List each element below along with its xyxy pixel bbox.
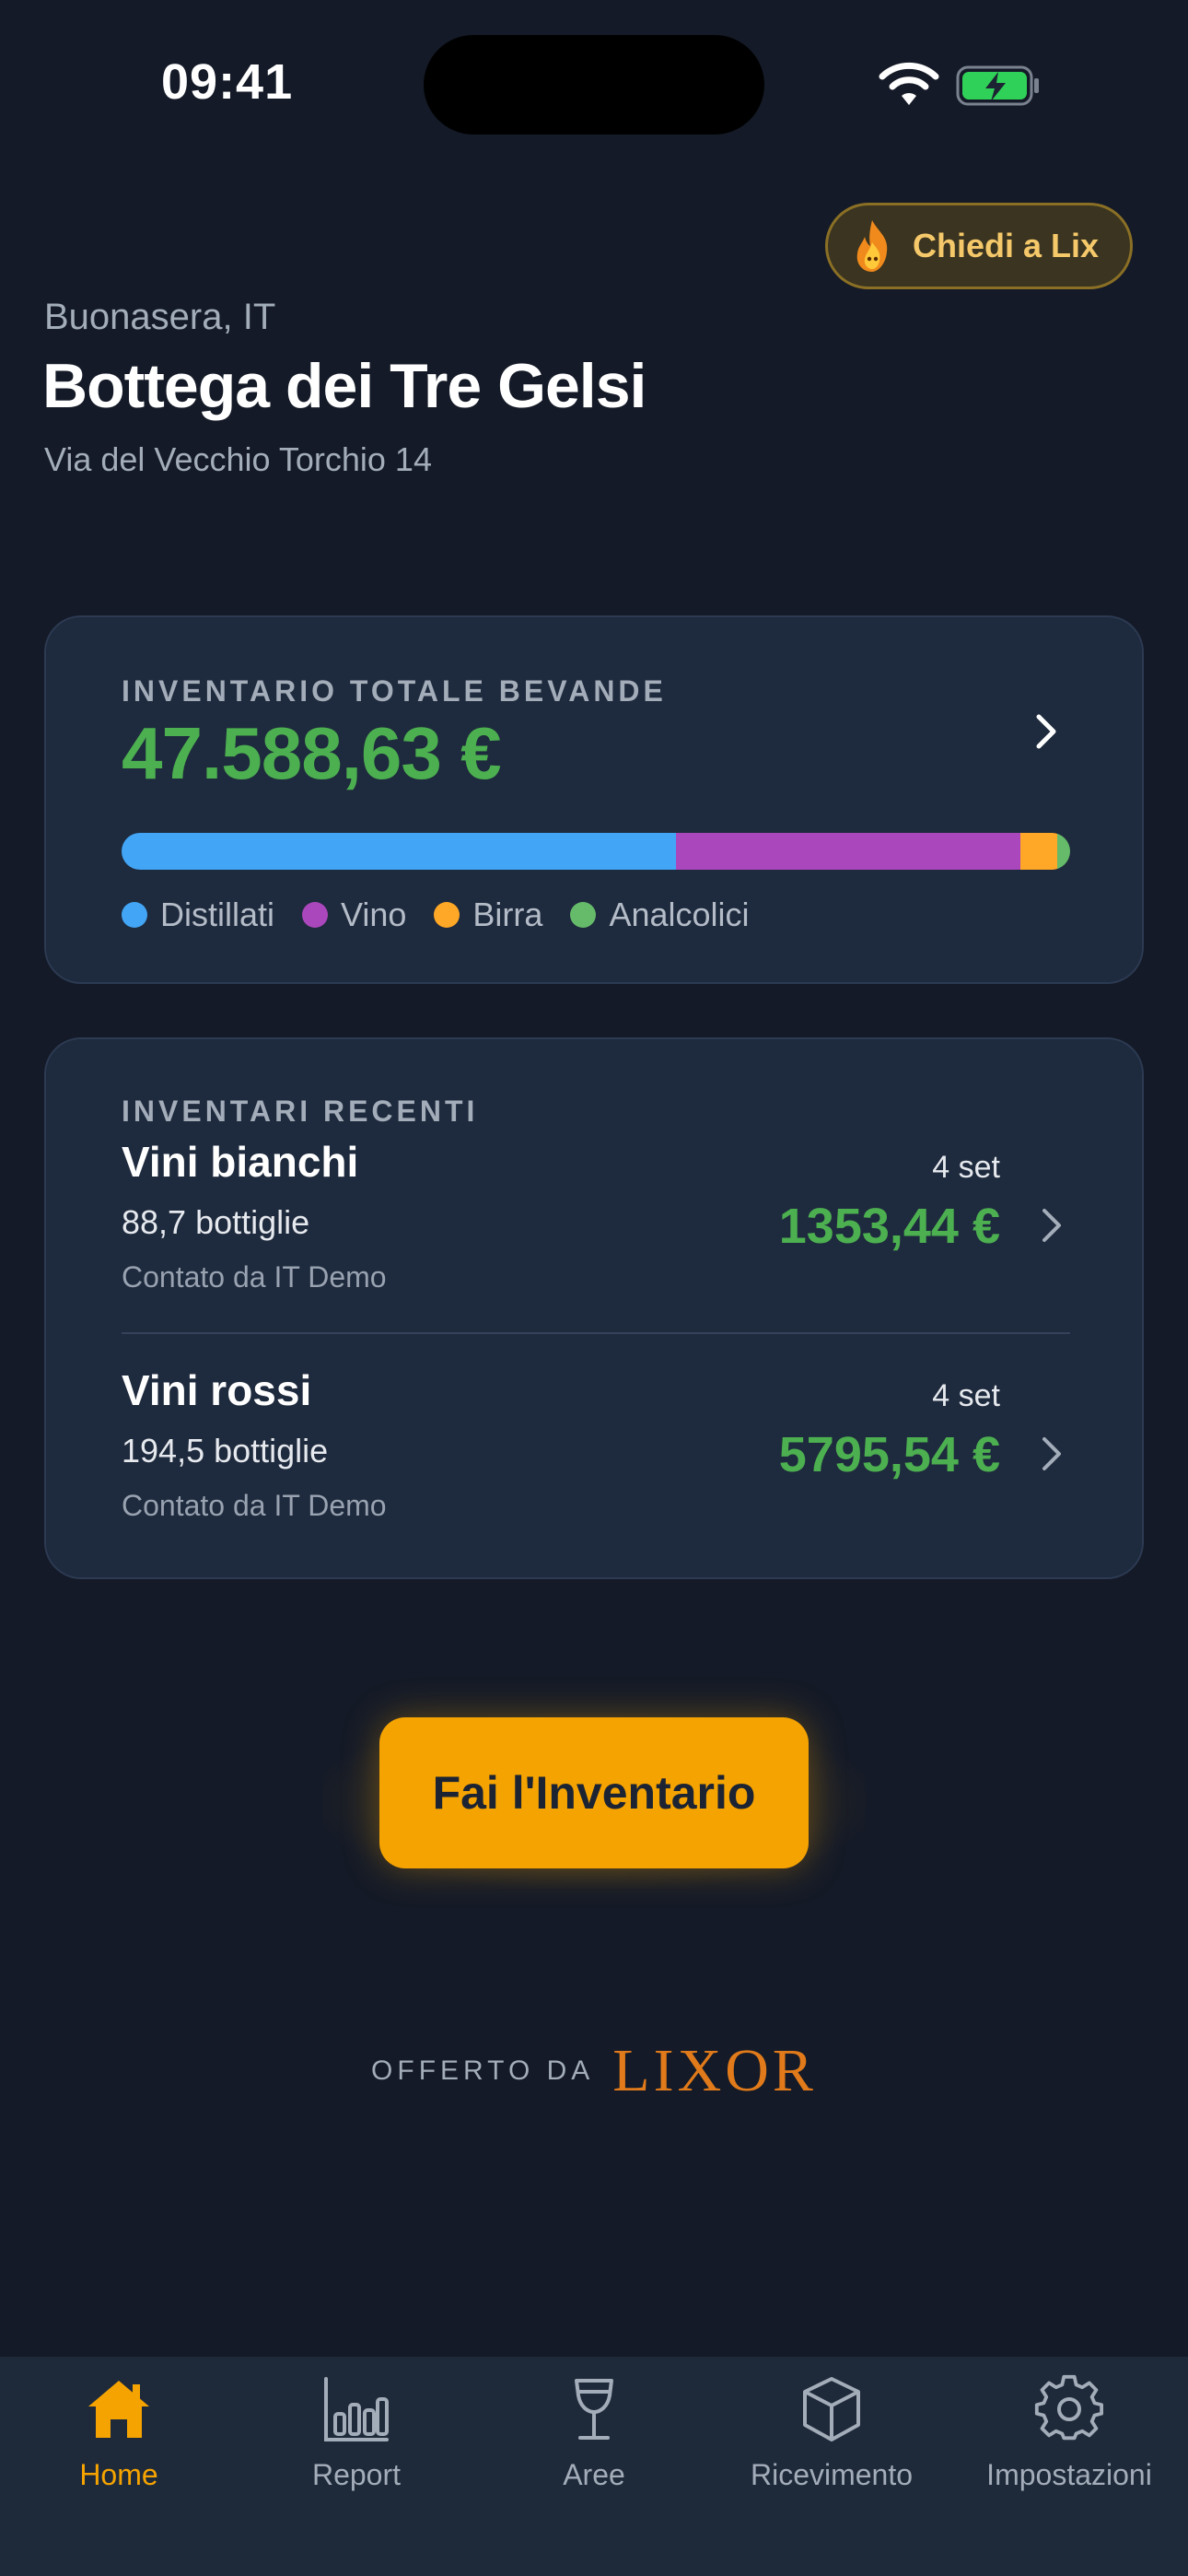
tab-report[interactable]: Report: [238, 2357, 475, 2576]
inventory-bottle-count: 88,7 bottiglie: [122, 1203, 310, 1241]
bar-chart-icon: [324, 2377, 389, 2441]
legend-label: Vino: [341, 896, 407, 933]
tab-label: Home: [79, 2458, 158, 2491]
chevron-right-icon: [1042, 1437, 1061, 1470]
status-time: 09:41: [161, 54, 294, 110]
inventory-value: 5795,54 €: [778, 1427, 1000, 1482]
ask-lix-label: Chiedi a Lix: [913, 227, 1100, 264]
ask-lix-button[interactable]: Chiedi a Lix: [825, 203, 1133, 289]
inventory-date: 4 set: [932, 1378, 1000, 1413]
offered-by: OFFERTO DA LIXOR: [0, 2036, 1188, 2106]
bar-segment-vino: [675, 833, 1021, 870]
venue-name: Bottega dei Tre Gelsi: [42, 351, 646, 421]
tab-aree[interactable]: Aree: [475, 2357, 713, 2576]
gear-icon: [1034, 2374, 1104, 2441]
inventory-name: Vini bianchi: [122, 1138, 359, 1186]
legend-label: Analcolici: [609, 896, 750, 933]
status-bar: 09:41: [0, 0, 1188, 166]
recent-inventories-label: INVENTARI RECENTI: [122, 1095, 479, 1128]
legend-item: Birra: [434, 896, 542, 934]
box-icon: [803, 2377, 860, 2441]
start-inventory-button[interactable]: Fai l'Inventario: [379, 1717, 809, 1868]
row-divider: [122, 1332, 1070, 1334]
legend-item: Distillati: [122, 896, 274, 934]
legend-dot: [570, 902, 597, 928]
tab-label: Report: [311, 2458, 402, 2491]
inventory-counted-by: Contato da IT Demo: [122, 1260, 387, 1294]
tab-label: Impostazioni: [986, 2458, 1152, 2491]
total-inventory-label: INVENTARIO TOTALE BEVANDE: [122, 674, 667, 708]
tab-ricevimento[interactable]: Ricevimento: [713, 2357, 950, 2576]
legend-dot: [434, 902, 460, 928]
total-inventory-card[interactable]: INVENTARIO TOTALE BEVANDE 47.588,63 € Di…: [44, 615, 1144, 984]
tab-label: Aree: [563, 2458, 625, 2491]
tab-impostazioni[interactable]: Impostazioni: [950, 2357, 1188, 2576]
dynamic-island: [424, 35, 764, 135]
legend-item: Vino: [302, 896, 406, 934]
inventory-bottle-count: 194,5 bottiglie: [122, 1432, 329, 1469]
offered-by-label: OFFERTO DA: [371, 2055, 595, 2086]
total-inventory-value: 47.588,63 €: [122, 712, 502, 794]
recent-inventory-row[interactable]: Vini rossi 194,5 bottiglie Contato da IT…: [122, 1365, 1070, 1550]
inventory-breakdown-bar: [122, 833, 1070, 870]
brand-logo: LIXOR: [612, 2037, 817, 2104]
recent-inventories-card: INVENTARI RECENTI Vini bianchi 88,7 bott…: [44, 1037, 1144, 1579]
bar-segment-birra: [1020, 833, 1057, 870]
wine-glass-icon: [575, 2379, 613, 2440]
inventory-date: 4 set: [932, 1150, 1000, 1185]
wifi-icon: [879, 62, 939, 105]
inventory-value: 1353,44 €: [778, 1199, 1000, 1254]
flame-icon: [856, 220, 888, 272]
inventory-counted-by: Contato da IT Demo: [122, 1489, 387, 1522]
bar-segment-distillati: [122, 833, 676, 870]
tab-bar: Home Report Aree Ricevimento Impostazion…: [0, 2357, 1188, 2576]
bar-segment-analcolici: [1056, 833, 1070, 870]
legend-dot: [302, 902, 329, 928]
legend-label: Birra: [472, 896, 543, 933]
legend-dot: [122, 902, 147, 928]
legend-label: Distillati: [160, 896, 275, 933]
inventory-legend: Distillati Vino Birra Analcolici: [122, 896, 777, 934]
chevron-right-icon: [1036, 714, 1056, 749]
inventory-name: Vini rossi: [122, 1366, 312, 1414]
battery-icon: [956, 65, 1039, 106]
home-icon: [88, 2381, 149, 2438]
tab-label: Ricevimento: [750, 2458, 914, 2491]
legend-item: Analcolici: [570, 896, 750, 934]
recent-inventory-row[interactable]: Vini bianchi 88,7 bottiglie Contato da I…: [122, 1137, 1070, 1321]
tab-home[interactable]: Home: [0, 2357, 238, 2576]
chevron-right-icon: [1042, 1209, 1061, 1242]
greeting-text: Buonasera, IT: [44, 297, 276, 337]
venue-address: Via del Vecchio Torchio 14: [44, 440, 432, 478]
